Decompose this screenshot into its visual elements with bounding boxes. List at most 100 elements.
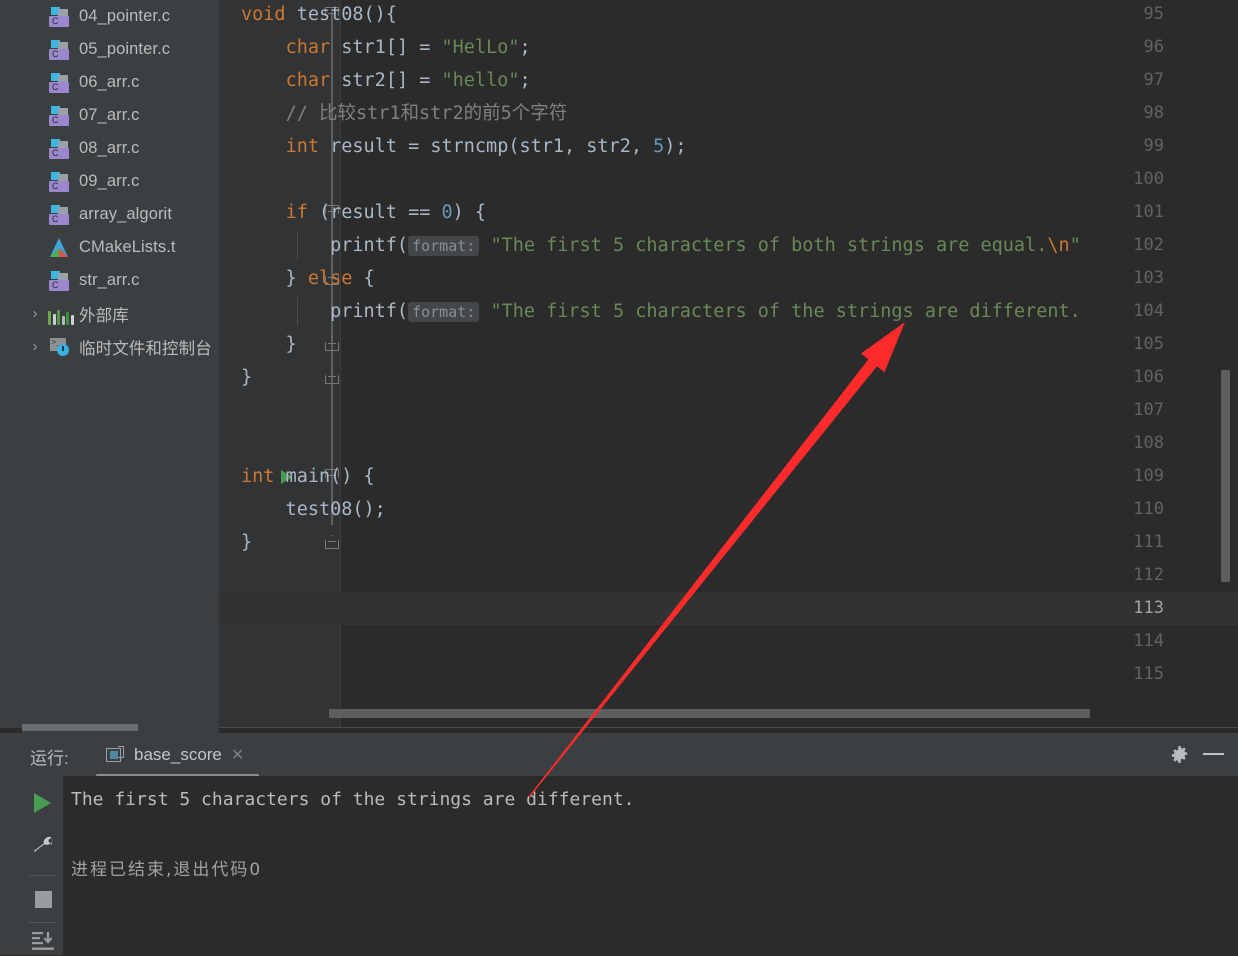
sidebar-scroll-thumb[interactable] xyxy=(22,724,138,731)
c-file-icon: C xyxy=(48,138,74,160)
code-line[interactable]: printf(format: "The first 5 characters o… xyxy=(241,229,1081,263)
editor-horizontal-scrollbar[interactable] xyxy=(329,709,1090,718)
code-token: ; xyxy=(519,37,531,58)
tree-item-CMakeLists.t[interactable]: ›CMakeLists.t xyxy=(22,231,219,264)
code-token: { xyxy=(363,268,375,289)
stop-icon[interactable] xyxy=(35,891,52,908)
tree-item-外部库[interactable]: › 外部库 xyxy=(22,297,219,330)
c-file-icon: C xyxy=(48,204,74,226)
tree-item-label: 临时文件和控制台 xyxy=(79,339,212,358)
code-line[interactable]: void test08(){ xyxy=(241,0,397,31)
code-token: ; xyxy=(519,70,531,91)
code-token: ); xyxy=(664,136,687,157)
code-line[interactable]: char str1[] = "HelLo"; xyxy=(241,31,531,64)
tree-item-label: 外部库 xyxy=(79,306,129,325)
ide-window: ›C04_pointer.c›C05_pointer.c›C06_arr.c›C… xyxy=(0,0,1238,955)
code-token: "The first 5 characters of both strings … xyxy=(490,235,1048,256)
run-configuration-icon xyxy=(106,746,125,763)
tree-item-array_algorit[interactable]: ›Carray_algorit xyxy=(22,198,219,231)
code-token: () { xyxy=(330,466,375,487)
tree-item-label: 06_arr.c xyxy=(79,73,140,91)
editor-vertical-scrollbar[interactable] xyxy=(1221,370,1230,582)
fold-marker[interactable] xyxy=(325,370,339,384)
parameter-hint: format: xyxy=(408,302,480,322)
code-line[interactable]: } xyxy=(241,328,297,361)
code-line[interactable]: test08(); xyxy=(241,493,386,526)
tree-item-label: 05_pointer.c xyxy=(79,40,171,58)
sidebar-horizontal-scrollbar[interactable] xyxy=(22,722,219,733)
code-line[interactable]: char str2[] = "hello"; xyxy=(241,64,531,97)
code-token: else xyxy=(307,268,364,289)
code-token: void xyxy=(241,4,297,25)
console-line: The first 5 characters of the strings ar… xyxy=(71,789,635,810)
tree-item-04_pointer.c[interactable]: ›C04_pointer.c xyxy=(22,0,219,33)
tree-item-临时文件和控制台[interactable]: › >_ 临时文件和控制台 xyxy=(22,330,219,363)
run-tab-base-score[interactable]: base_score ✕ xyxy=(96,733,254,776)
code-token: } xyxy=(241,268,308,289)
line-number: 114 xyxy=(1133,631,1164,651)
tree-item-label: 04_pointer.c xyxy=(79,7,171,25)
fold-marker[interactable] xyxy=(325,337,339,351)
console-output[interactable]: The first 5 characters of the strings ar… xyxy=(63,776,1238,955)
fold-marker[interactable] xyxy=(325,535,339,549)
tree-item-05_pointer.c[interactable]: ›C05_pointer.c xyxy=(22,33,219,66)
code-line[interactable]: int result = strncmp(str1, str2, 5); xyxy=(241,130,687,163)
code-token: "HelLo" xyxy=(441,37,520,58)
close-icon[interactable]: ✕ xyxy=(231,745,244,765)
tree-item-str_arr.c[interactable]: ›Cstr_arr.c xyxy=(22,264,219,297)
code-line[interactable]: // 比较str1和str2的前5个字符 xyxy=(241,97,568,130)
line-number: 101 xyxy=(1133,202,1164,222)
c-file-icon: C xyxy=(48,6,74,28)
line-number: 100 xyxy=(1133,169,1164,189)
wrench-icon[interactable] xyxy=(31,833,55,861)
code-token: test08(); xyxy=(241,499,386,520)
tree-item-07_arr.c[interactable]: ›C07_arr.c xyxy=(22,99,219,132)
code-token: printf( xyxy=(241,235,409,256)
gear-icon[interactable] xyxy=(1170,745,1189,764)
tree-item-06_arr.c[interactable]: ›C06_arr.c xyxy=(22,66,219,99)
code-token: // 比较str1和str2的前5个字符 xyxy=(285,103,568,124)
code-token: ) { xyxy=(452,202,487,223)
minimize-icon[interactable] xyxy=(1203,753,1224,755)
tree-item-08_arr.c[interactable]: ›C08_arr.c xyxy=(22,132,219,165)
code-token: (){ xyxy=(363,4,397,25)
tree-item-09_arr.c[interactable]: ›C09_arr.c xyxy=(22,165,219,198)
run-toolbar[interactable] xyxy=(22,776,63,955)
line-number: 99 xyxy=(1143,136,1164,156)
scratches-icon: >_ xyxy=(48,336,74,358)
code-line[interactable]: if (result == 0) { xyxy=(241,196,487,229)
code-token: 5 xyxy=(653,136,665,157)
code-token: 0 xyxy=(441,202,453,223)
toolbar-separator-2 xyxy=(29,922,56,923)
editor-bottom-border xyxy=(219,727,1238,728)
code-token: " xyxy=(1069,235,1081,256)
run-tab-label: base_score xyxy=(134,744,222,764)
tree-item-label: array_algorit xyxy=(79,205,173,223)
c-file-icon: C xyxy=(48,171,74,193)
code-line[interactable]: int main() { xyxy=(241,460,375,493)
chevron-right-icon[interactable]: › xyxy=(22,306,48,321)
code-token: "hello" xyxy=(441,70,520,91)
line-number: 112 xyxy=(1133,565,1164,585)
chevron-right-icon[interactable]: › xyxy=(22,339,48,354)
line-number: 109 xyxy=(1133,466,1164,486)
project-tree[interactable]: ›C04_pointer.c›C05_pointer.c›C06_arr.c›C… xyxy=(22,0,219,363)
code-token: result = strncmp(str1, str2, xyxy=(330,136,654,157)
tree-item-label: 08_arr.c xyxy=(79,139,140,157)
code-token: test08 xyxy=(296,4,364,25)
tree-item-label: 07_arr.c xyxy=(79,106,140,124)
line-number: 98 xyxy=(1143,103,1164,123)
code-token: char xyxy=(285,37,342,58)
code-line[interactable]: printf(format: "The first 5 characters o… xyxy=(241,295,1081,329)
toolbar-separator-1 xyxy=(29,875,56,876)
project-tree-panel[interactable]: ›C04_pointer.c›C05_pointer.c›C06_arr.c›C… xyxy=(22,0,219,728)
code-editor[interactable]: 95 void test08(){96 char str1[] = "HelLo"… xyxy=(219,0,1238,728)
rerun-play-icon[interactable] xyxy=(34,793,51,813)
code-line[interactable]: } xyxy=(241,526,252,559)
code-line[interactable]: } else { xyxy=(241,262,375,295)
code-line[interactable]: } xyxy=(241,361,252,394)
scroll-to-end-icon[interactable] xyxy=(31,931,55,951)
